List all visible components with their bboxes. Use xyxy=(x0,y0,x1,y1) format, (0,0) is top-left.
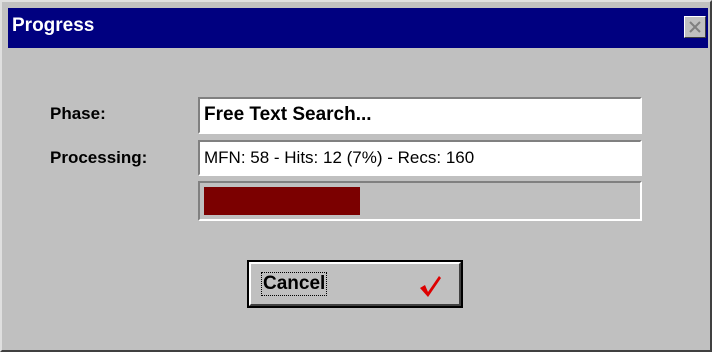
phase-label: Phase: xyxy=(50,104,106,123)
progress-fill xyxy=(204,187,360,215)
title-bar: Progress xyxy=(8,8,708,48)
cancel-label: Cancel xyxy=(260,272,328,296)
progress-bar xyxy=(198,181,642,221)
close-icon xyxy=(689,21,701,33)
cancel-button[interactable]: Cancel xyxy=(247,260,463,308)
processing-label: Processing: xyxy=(50,148,148,167)
processing-field: MFN: 58 - Hits: 12 (7%) - Recs: 160 xyxy=(198,140,642,176)
cancel-button-face[interactable]: Cancel xyxy=(249,262,461,306)
window-title: Progress xyxy=(12,15,95,36)
check-icon xyxy=(420,276,441,297)
close-button[interactable] xyxy=(684,16,706,38)
phase-field: Free Text Search... xyxy=(198,97,642,134)
